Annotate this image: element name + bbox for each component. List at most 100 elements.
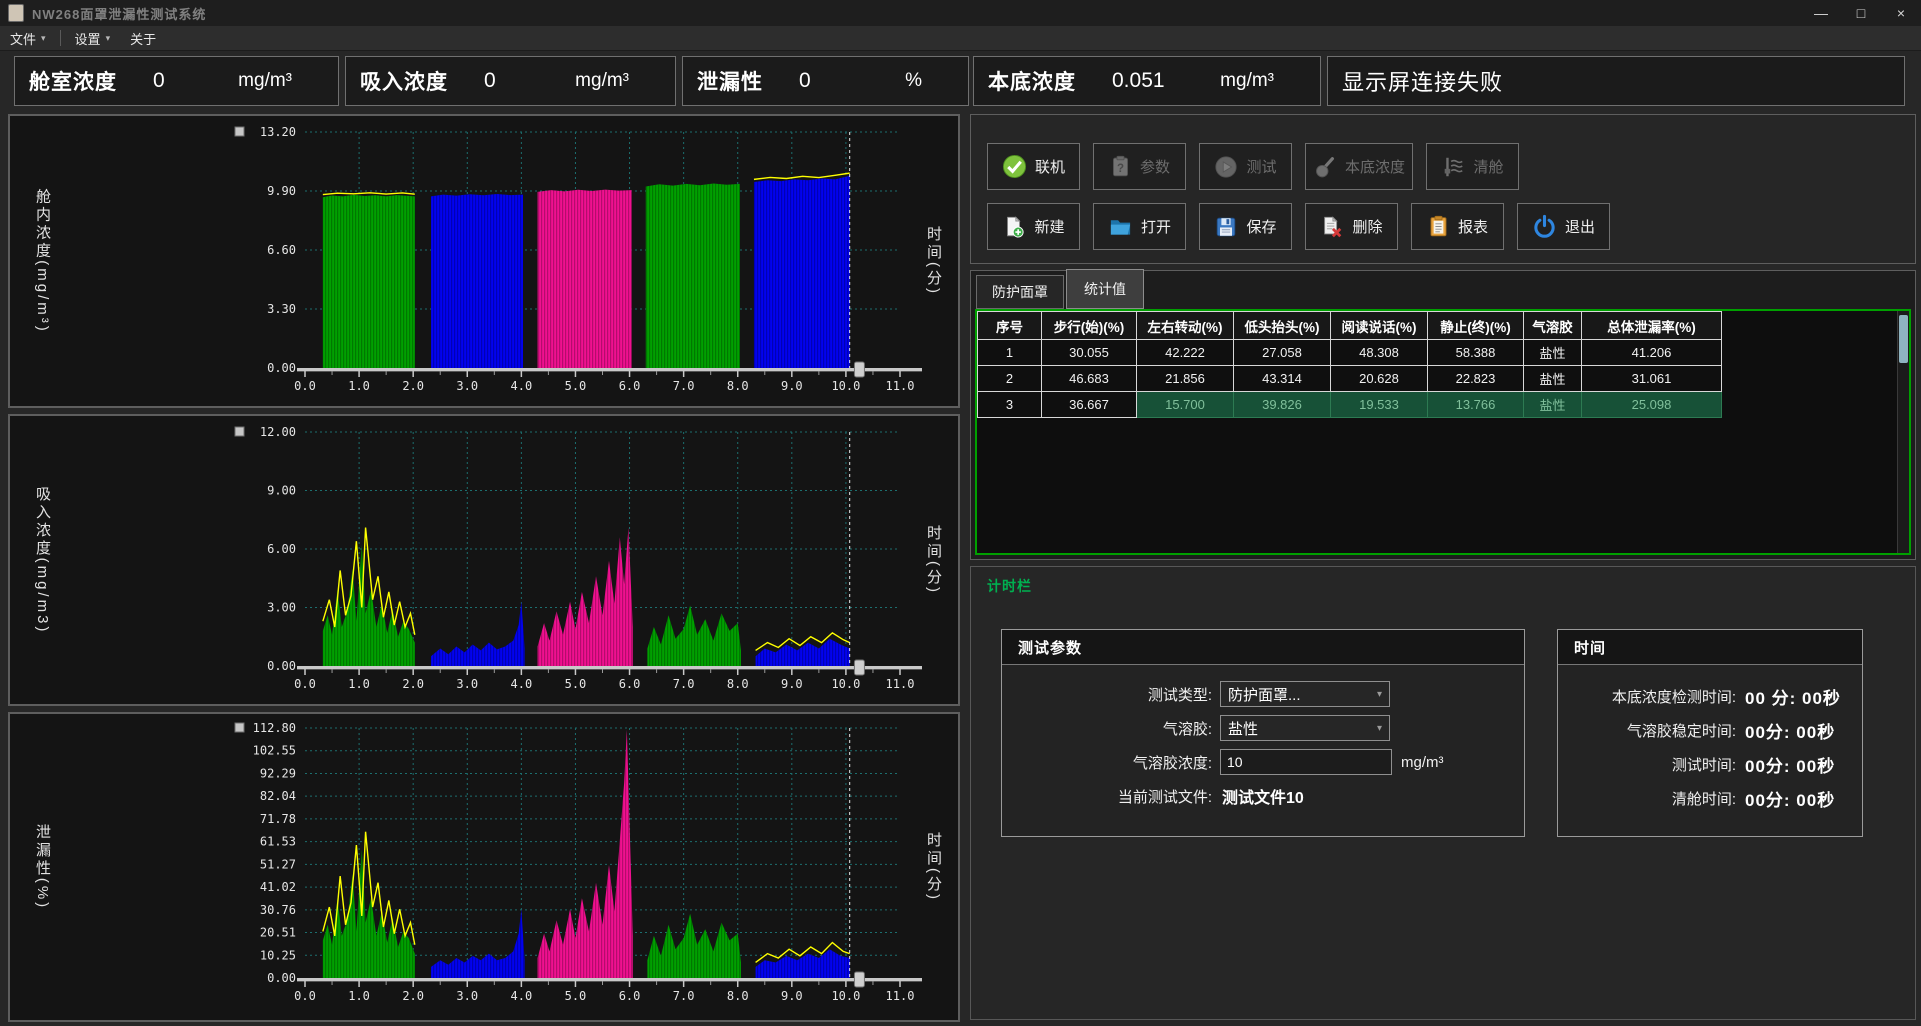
report-button[interactable]: 报表	[1411, 203, 1504, 250]
close-button[interactable]: ×	[1881, 0, 1921, 26]
table-cell[interactable]: 41.206	[1582, 340, 1722, 366]
exit-button[interactable]: 退出	[1517, 203, 1610, 250]
aerosol-concentration-input[interactable]	[1220, 749, 1392, 775]
table-cell[interactable]: 39.826	[1234, 392, 1331, 418]
scrollbar-thumb[interactable]	[1899, 315, 1908, 363]
table-cell[interactable]: 15.700	[1137, 392, 1234, 418]
table-scrollbar[interactable]	[1897, 311, 1909, 553]
menu-separator	[60, 30, 61, 46]
chevron-down-icon: ▾	[1377, 689, 1382, 700]
time-row: 本底浓度检测时间:00 分: 00秒	[1558, 679, 1862, 713]
svg-text:10.0: 10.0	[831, 989, 860, 1003]
menu-file[interactable]: 文件 ▾	[0, 26, 56, 50]
column-header: 气溶胶	[1524, 312, 1582, 340]
current-test-file-value: 测试文件10	[1222, 784, 1304, 808]
svg-text:2.0: 2.0	[402, 379, 424, 393]
cabin-concentration-graph[interactable]: 0.01.02.03.04.05.06.07.08.09.010.011.013…	[10, 116, 958, 406]
play-circle-icon	[1214, 155, 1238, 179]
svg-text:8.0: 8.0	[727, 677, 749, 691]
svg-text:0.00: 0.00	[267, 659, 296, 673]
purge-fan-icon	[1441, 155, 1465, 179]
table-cell[interactable]: 48.308	[1331, 340, 1428, 366]
svg-text:7.0: 7.0	[673, 379, 695, 393]
table-row[interactable]: 336.66715.70039.82619.53313.766盐性25.098	[978, 392, 1722, 418]
statistics-table: 序号步行(始)(%)左右转动(%)低头抬头(%)阅读说话(%)静止(终)(%)气…	[977, 311, 1722, 418]
table-cell[interactable]: 31.061	[1582, 366, 1722, 392]
table-cell[interactable]: 22.823	[1428, 366, 1524, 392]
time-row: 清舱时间:00分: 00秒	[1558, 781, 1862, 815]
table-cell[interactable]: 30.055	[1042, 340, 1137, 366]
report-clipboard-icon	[1427, 215, 1450, 238]
clipboard-question-icon: ?	[1109, 155, 1132, 178]
table-cell[interactable]: 27.058	[1234, 340, 1331, 366]
svg-text:2.0: 2.0	[402, 677, 424, 691]
title-bar: NW268面罩泄漏性测试系统 — □ ×	[0, 0, 1921, 26]
table-cell[interactable]: 19.533	[1331, 392, 1428, 418]
svg-text:61.53: 61.53	[260, 835, 296, 849]
svg-text:3.00: 3.00	[267, 601, 296, 615]
tab-protective-mask[interactable]: 防护面罩	[976, 275, 1064, 309]
table-cell[interactable]: 2	[978, 366, 1042, 392]
inhaled-concentration-graph[interactable]: 0.01.02.03.04.05.06.07.08.09.010.011.012…	[10, 416, 958, 704]
svg-text:11.0: 11.0	[886, 989, 915, 1003]
chevron-down-icon: ▾	[41, 33, 46, 44]
table-cell[interactable]: 盐性	[1524, 340, 1582, 366]
svg-text:2.0: 2.0	[402, 989, 424, 1003]
table-cell[interactable]: 13.766	[1428, 392, 1524, 418]
table-cell[interactable]: 46.683	[1042, 366, 1137, 392]
table-cell[interactable]: 20.628	[1331, 366, 1428, 392]
new-button[interactable]: 新建	[987, 203, 1080, 250]
table-cell[interactable]: 36.667	[1042, 392, 1137, 418]
parameters-button[interactable]: ? 参数	[1093, 143, 1186, 190]
save-button[interactable]: 保存	[1199, 203, 1292, 250]
readout-unit: mg/m³	[575, 70, 629, 92]
leakage-graph[interactable]: 0.01.02.03.04.05.06.07.08.09.010.011.011…	[10, 714, 958, 1020]
inhaled-concentration-readout: 吸入浓度 0 mg/m³	[345, 56, 676, 106]
table-cell[interactable]: 21.856	[1137, 366, 1234, 392]
check-circle-icon	[1002, 154, 1027, 179]
column-header: 左右转动(%)	[1137, 312, 1234, 340]
time-panel: 时间 本底浓度检测时间:00 分: 00秒气溶胶稳定时间:00分: 00秒测试时…	[1557, 629, 1863, 837]
readout-value: 0	[153, 69, 165, 93]
table-row[interactable]: 130.05542.22227.05848.30858.388盐性41.206	[978, 340, 1722, 366]
time-value: 00分: 00秒	[1745, 718, 1835, 743]
probe-icon	[1313, 155, 1337, 179]
svg-text:9.0: 9.0	[781, 677, 803, 691]
time-row: 气溶胶稳定时间:00分: 00秒	[1558, 713, 1862, 747]
menu-about[interactable]: 关于	[120, 26, 166, 50]
cabin-concentration-chart-panel: 舱内浓度(mg/m³) 0.01.02.03.04.05.06.07.08.09…	[8, 114, 960, 408]
readout-unit: %	[905, 70, 922, 92]
delete-button[interactable]: 删除	[1305, 203, 1398, 250]
table-cell[interactable]: 盐性	[1524, 392, 1582, 418]
test-type-dropdown[interactable]: 防护面罩... ▾	[1220, 681, 1390, 707]
time-label: 本底浓度检测时间:	[1558, 686, 1736, 707]
table-cell[interactable]: 58.388	[1428, 340, 1524, 366]
test-button[interactable]: 测试	[1199, 143, 1292, 190]
svg-text:71.78: 71.78	[260, 812, 296, 826]
svg-text:6.60: 6.60	[267, 243, 296, 257]
table-cell[interactable]: 42.222	[1137, 340, 1234, 366]
table-cell[interactable]: 盐性	[1524, 366, 1582, 392]
column-header: 低头抬头(%)	[1234, 312, 1331, 340]
svg-text:13.20: 13.20	[260, 125, 296, 139]
table-cell[interactable]: 3	[978, 392, 1042, 418]
time-row: 测试时间:00分: 00秒	[1558, 747, 1862, 781]
table-cell[interactable]: 25.098	[1582, 392, 1722, 418]
tab-statistics[interactable]: 统计值	[1066, 269, 1144, 309]
maximize-button[interactable]: □	[1841, 0, 1881, 26]
minimize-button[interactable]: —	[1801, 0, 1841, 26]
background-concentration-button[interactable]: 本底浓度	[1305, 143, 1413, 190]
open-folder-icon	[1108, 214, 1133, 239]
svg-text:10.0: 10.0	[831, 379, 860, 393]
svg-text:4.0: 4.0	[511, 677, 533, 691]
table-cell[interactable]: 1	[978, 340, 1042, 366]
svg-text:1.0: 1.0	[348, 379, 370, 393]
table-row[interactable]: 246.68321.85643.31420.62822.823盐性31.061	[978, 366, 1722, 392]
aerosol-concentration-unit: mg/m³	[1401, 754, 1444, 771]
connect-button[interactable]: 联机	[987, 143, 1080, 190]
purge-chamber-button[interactable]: 清舱	[1426, 143, 1519, 190]
table-cell[interactable]: 43.314	[1234, 366, 1331, 392]
open-button[interactable]: 打开	[1093, 203, 1186, 250]
menu-settings[interactable]: 设置 ▾	[65, 26, 121, 50]
aerosol-dropdown[interactable]: 盐性 ▾	[1220, 715, 1390, 741]
